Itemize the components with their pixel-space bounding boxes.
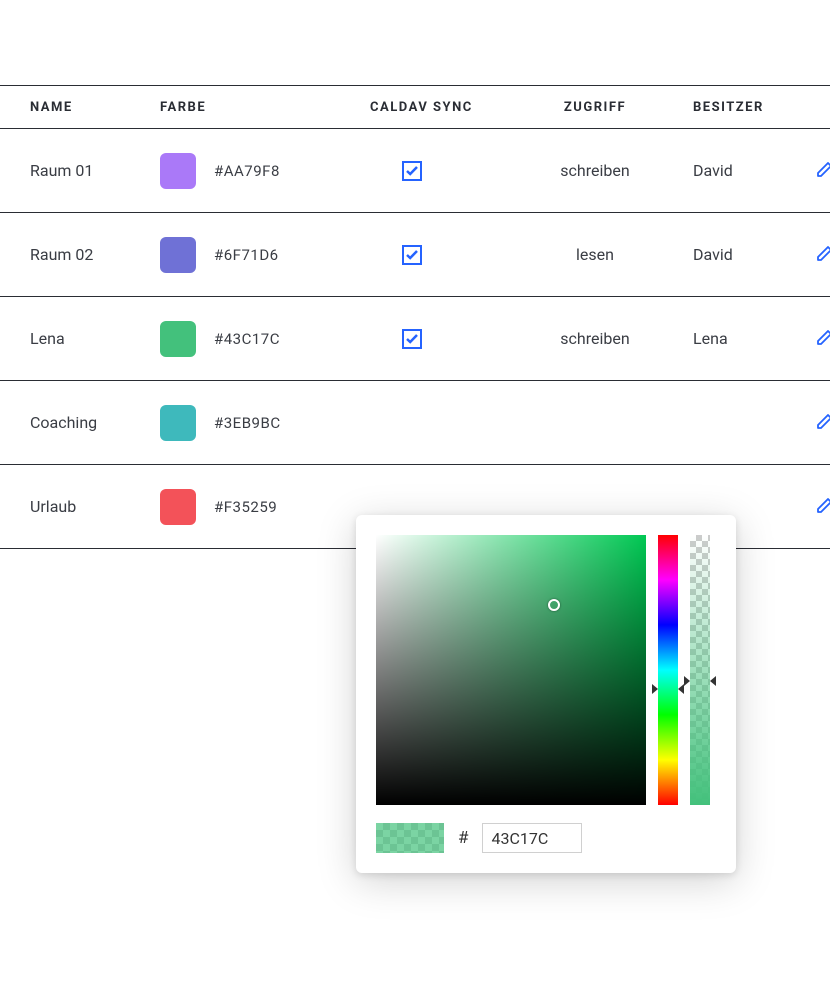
col-sync: CALDAV SYNC <box>370 100 525 115</box>
pencil-icon <box>815 411 830 431</box>
alpha-cursor <box>685 677 715 685</box>
color-swatch[interactable] <box>160 153 196 189</box>
cell-owner: David <box>665 161 795 180</box>
triangle-right-icon <box>710 676 716 686</box>
cell-access: schreiben <box>525 329 665 348</box>
cell-edit <box>795 327 830 351</box>
color-swatch[interactable] <box>160 405 196 441</box>
color-picker-popup: # <box>356 515 736 873</box>
cell-name: Raum 01 <box>30 161 160 180</box>
cell-name: Urlaub <box>30 497 160 516</box>
hash-symbol: # <box>458 828 468 848</box>
color-swatch[interactable] <box>160 321 196 357</box>
col-color: FARBE <box>160 100 370 115</box>
color-swatch[interactable] <box>160 237 196 273</box>
table-row: Coaching #3EB9BC <box>0 381 830 465</box>
cell-name: Lena <box>30 329 160 348</box>
cell-edit <box>795 243 830 267</box>
cell-name: Raum 02 <box>30 245 160 264</box>
color-hex: #6F71D6 <box>214 246 279 264</box>
cell-color: #43C17C <box>160 321 370 357</box>
pencil-icon <box>815 159 830 179</box>
check-icon <box>406 250 418 260</box>
edit-button[interactable] <box>815 164 830 183</box>
table-row: Lena #43C17C schreiben Lena <box>0 297 830 381</box>
col-owner: BESITZER <box>665 100 795 115</box>
col-access: ZUGRIFF <box>525 100 665 115</box>
hue-slider[interactable] <box>658 535 678 805</box>
col-name: NAME <box>30 100 160 115</box>
pencil-icon <box>815 495 830 515</box>
cell-edit <box>795 495 830 519</box>
color-preview-swatch <box>376 823 444 853</box>
edit-button[interactable] <box>815 332 830 351</box>
cell-owner: David <box>665 245 795 264</box>
triangle-left-icon <box>684 676 690 686</box>
check-icon <box>406 334 418 344</box>
cell-owner: Lena <box>665 329 795 348</box>
color-hex: #F35259 <box>214 498 277 516</box>
cell-color: #AA79F8 <box>160 153 370 189</box>
cell-color: #F35259 <box>160 489 370 525</box>
edit-button[interactable] <box>815 500 830 519</box>
pencil-icon <box>815 243 830 263</box>
sync-checkbox[interactable] <box>402 329 422 349</box>
hue-cursor <box>653 685 683 693</box>
cell-color: #3EB9BC <box>160 405 370 441</box>
cell-color: #6F71D6 <box>160 237 370 273</box>
color-hex: #3EB9BC <box>214 414 281 432</box>
picker-footer: # <box>376 823 716 853</box>
table-header-row: NAME FARBE CALDAV SYNC ZUGRIFF BESITZER <box>0 85 830 129</box>
sync-checkbox[interactable] <box>402 245 422 265</box>
cell-access: schreiben <box>525 161 665 180</box>
cell-access: lesen <box>525 245 665 264</box>
color-swatch[interactable] <box>160 489 196 525</box>
cell-sync <box>370 161 525 181</box>
color-hex: #43C17C <box>214 330 280 348</box>
picker-body <box>376 535 716 805</box>
saturation-value-panel[interactable] <box>376 535 646 805</box>
sv-cursor-icon <box>548 599 560 611</box>
edit-button[interactable] <box>815 248 830 267</box>
cell-name: Coaching <box>30 413 160 432</box>
edit-button[interactable] <box>815 416 830 435</box>
cell-edit <box>795 411 830 435</box>
triangle-left-icon <box>652 684 658 694</box>
table-row: Raum 02 #6F71D6 lesen David <box>0 213 830 297</box>
cell-sync <box>370 329 525 349</box>
calendar-table: NAME FARBE CALDAV SYNC ZUGRIFF BESITZER … <box>0 85 830 549</box>
pencil-icon <box>815 327 830 347</box>
cell-edit <box>795 159 830 183</box>
table-row: Raum 01 #AA79F8 schreiben David <box>0 129 830 213</box>
sync-checkbox[interactable] <box>402 161 422 181</box>
cell-sync <box>370 245 525 265</box>
color-hex: #AA79F8 <box>214 162 280 180</box>
hex-input[interactable] <box>482 823 582 853</box>
alpha-slider[interactable] <box>690 535 710 805</box>
check-icon <box>406 166 418 176</box>
